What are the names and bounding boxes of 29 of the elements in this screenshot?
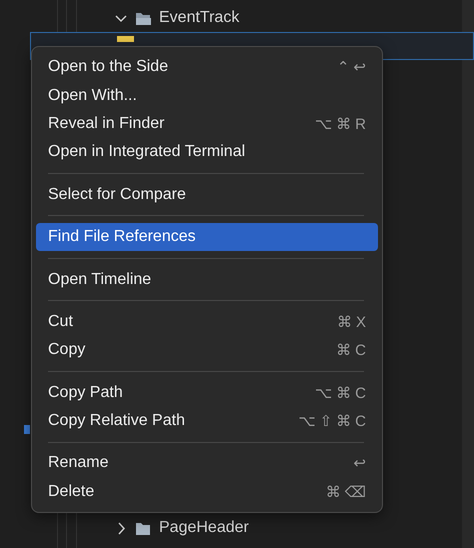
shortcut-label: ⌃↩ [336,58,370,76]
shortcut-label: ⌘X [336,312,370,331]
menu-item[interactable]: Copy Path ⌥⌘C [36,378,378,407]
menu-item[interactable]: Open With... [36,81,378,110]
menu-item[interactable]: Select for Compare [36,180,378,209]
shortcut-label: ⌥⌘C [314,384,370,402]
menu-item[interactable]: Find File References [36,222,378,252]
menu-item[interactable]: Copy ⌘C [36,336,378,365]
shortcut-label: ⌥⌘R [314,114,370,133]
file-icon [117,36,134,42]
gutter-marker [24,425,30,434]
folder-icon [135,520,152,536]
menu-item[interactable]: Rename ↩ [36,449,378,478]
menu-item[interactable]: Open in Integrated Terminal [36,138,378,167]
menu-item[interactable]: Open to the Side ⌃↩ [36,53,378,82]
file-name: EventTrack [159,9,240,27]
tree-row[interactable]: EventTrack [30,4,474,32]
folder-icon [135,10,152,26]
shortcut-label: ↩ [353,454,370,472]
menu-item[interactable]: Reveal in Finder ⌥⌘R [36,110,378,138]
menu-item[interactable]: Cut ⌘X [36,308,378,336]
menu-item[interactable]: Copy Relative Path ⌥⇧⌘C [36,406,378,436]
shortcut-label: ⌥⇧⌘C [298,412,370,430]
file-name: PageHeader [159,519,249,537]
shortcut-label: ⌘⌫ [326,482,370,501]
tree-row[interactable]: PageHeader [30,514,474,542]
menu-item[interactable]: Delete ⌘⌫ [36,478,378,506]
menu-item[interactable]: Open Timeline [36,265,378,294]
shortcut-label: ⌘C [336,341,370,360]
